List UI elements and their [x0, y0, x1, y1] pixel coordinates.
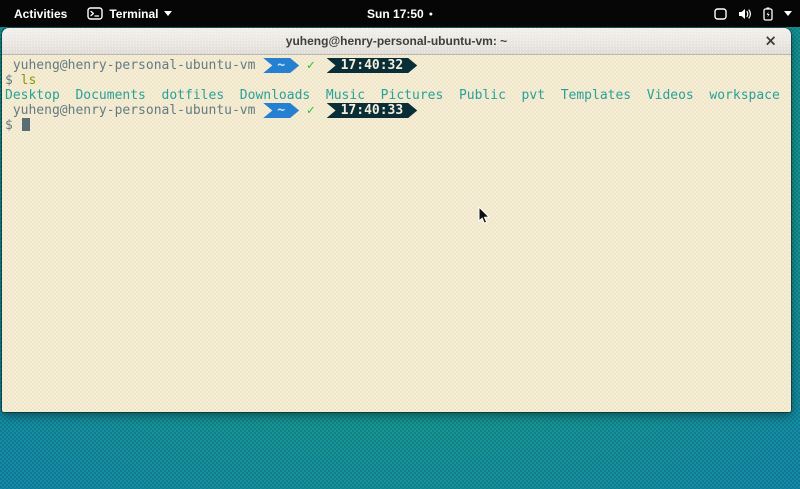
input-line[interactable]: $ [5, 118, 791, 133]
prompt-user-host: yuheng@henry-personal-ubuntu-vm [5, 58, 263, 73]
ls-output-line: Desktop Documents dotfiles Downloads Mus… [5, 88, 791, 103]
shell-prompt-symbol: $ [5, 73, 21, 88]
prompt-time-segment: 17:40:32 [327, 58, 418, 73]
prompt-time-segment: 17:40:33 [327, 103, 418, 118]
terminal-window: yuheng@henry-personal-ubuntu-vm: ~ × yuh… [2, 28, 791, 412]
prompt-path-segment: ~ [263, 58, 299, 73]
command-line: $ ls [5, 73, 791, 88]
check-icon: ✓ [299, 58, 322, 73]
close-icon[interactable]: × [764, 34, 777, 49]
system-tray[interactable] [714, 0, 792, 27]
screencast-icon [714, 8, 727, 20]
prompt-line-1: yuheng@henry-personal-ubuntu-vm ~ ✓ 17:4… [5, 58, 791, 73]
shell-prompt-symbol: $ [5, 118, 21, 133]
app-menu-label: Terminal [109, 7, 158, 21]
volume-icon [738, 8, 752, 20]
clock[interactable]: Sun 17:50 ● [367, 7, 433, 21]
prompt-path-segment: ~ [263, 103, 299, 118]
notification-dot: ● [429, 11, 433, 18]
terminal-app-icon [87, 7, 103, 20]
clock-label: Sun 17:50 [367, 7, 424, 21]
block-cursor [22, 118, 30, 131]
terminal-screen[interactable]: yuheng@henry-personal-ubuntu-vm ~ ✓ 17:4… [2, 55, 791, 412]
check-icon: ✓ [299, 103, 322, 118]
window-titlebar[interactable]: yuheng@henry-personal-ubuntu-vm: ~ × [2, 28, 791, 55]
prompt-line-2: yuheng@henry-personal-ubuntu-vm ~ ✓ 17:4… [5, 103, 791, 118]
typed-command: ls [21, 73, 37, 88]
app-menu-terminal[interactable]: Terminal [87, 7, 172, 21]
system-menu-caret-icon [784, 11, 792, 16]
window-title: yuheng@henry-personal-ubuntu-vm: ~ [286, 34, 507, 48]
activities-button[interactable]: Activities [10, 7, 71, 21]
app-menu-caret-icon [164, 11, 172, 16]
prompt-user-host: yuheng@henry-personal-ubuntu-vm [5, 103, 263, 118]
top-bar: Activities Terminal Sun 17:50 ● [0, 0, 800, 27]
battery-charging-icon [763, 7, 773, 21]
